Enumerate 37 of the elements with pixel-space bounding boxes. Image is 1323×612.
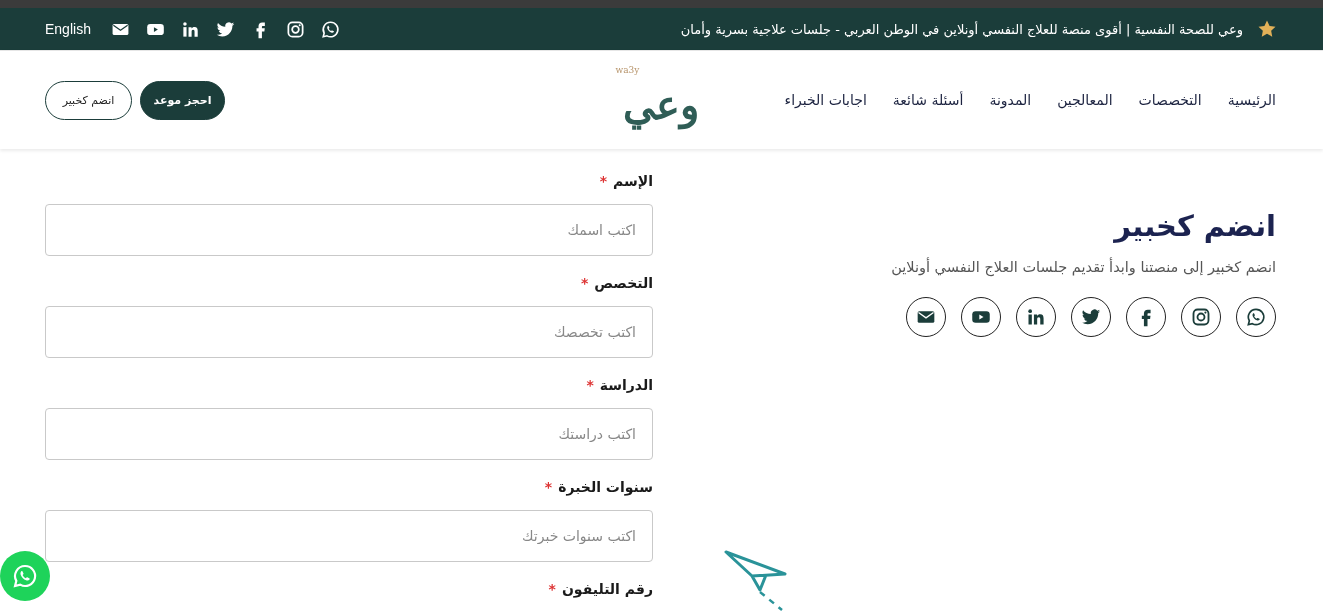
join-button[interactable]: انضم كخبير xyxy=(45,80,132,120)
nav-link[interactable]: المدونة xyxy=(989,92,1032,108)
required-mark: * xyxy=(544,479,553,497)
instagram-icon[interactable] xyxy=(1191,307,1211,327)
tagline: وعي للصحة النفسية | أقوى منصة للعلاج النفسي أونلاين في الوطن العربي - جلسات علاجية بسرية وأمان xyxy=(680,21,1243,37)
logo-wordmark[interactable]: وعي xyxy=(622,74,699,135)
whatsapp-icon[interactable] xyxy=(320,19,340,39)
text-field[interactable]: اكتب سنوات خبرتك xyxy=(45,510,653,562)
linkedin-icon[interactable] xyxy=(1026,307,1046,327)
text-field[interactable]: اكتب تخصصك xyxy=(45,306,653,358)
book-appointment-button[interactable]: احجز موعد xyxy=(140,80,225,120)
text-field[interactable]: اكتب اسمك xyxy=(45,204,653,256)
required-mark: * xyxy=(548,581,556,599)
page-title: انضم كخبير xyxy=(1112,209,1276,243)
whatsapp-icon[interactable] xyxy=(1246,307,1266,327)
required-mark: * xyxy=(599,173,607,191)
field-label: الإسم xyxy=(613,173,653,191)
twitter-icon[interactable] xyxy=(1081,307,1101,327)
twitter-icon[interactable] xyxy=(215,19,235,39)
instagram-icon[interactable] xyxy=(285,19,305,39)
page-subtitle: انضم كخبير إلى منصتنا وابدأ تقديم جلسات العلاج النفسي أونلاين xyxy=(890,259,1276,275)
field-label: التخصص xyxy=(594,275,653,294)
required-mark: * xyxy=(586,377,594,395)
nav-link[interactable]: التخصصات xyxy=(1138,92,1202,108)
logo-caption: wa3y xyxy=(615,65,640,75)
text-field[interactable]: اكتب دراستك xyxy=(45,408,653,460)
required-mark: * xyxy=(580,275,589,293)
nav-link[interactable]: المعالجين xyxy=(1057,92,1113,108)
star-icon xyxy=(1257,19,1277,39)
field-label: الدراسة xyxy=(599,377,653,395)
linkedin-icon[interactable] xyxy=(180,19,200,39)
nav-link[interactable]: الرئيسية xyxy=(1227,92,1276,108)
nav-link[interactable]: أسئلة شائعة xyxy=(892,92,964,108)
language-link[interactable]: English xyxy=(45,21,91,37)
nav-link[interactable]: اجابات الخبراء xyxy=(784,92,867,108)
field-label: رقم التليفون xyxy=(561,581,653,600)
field-label: سنوات الخبرة xyxy=(558,479,653,498)
